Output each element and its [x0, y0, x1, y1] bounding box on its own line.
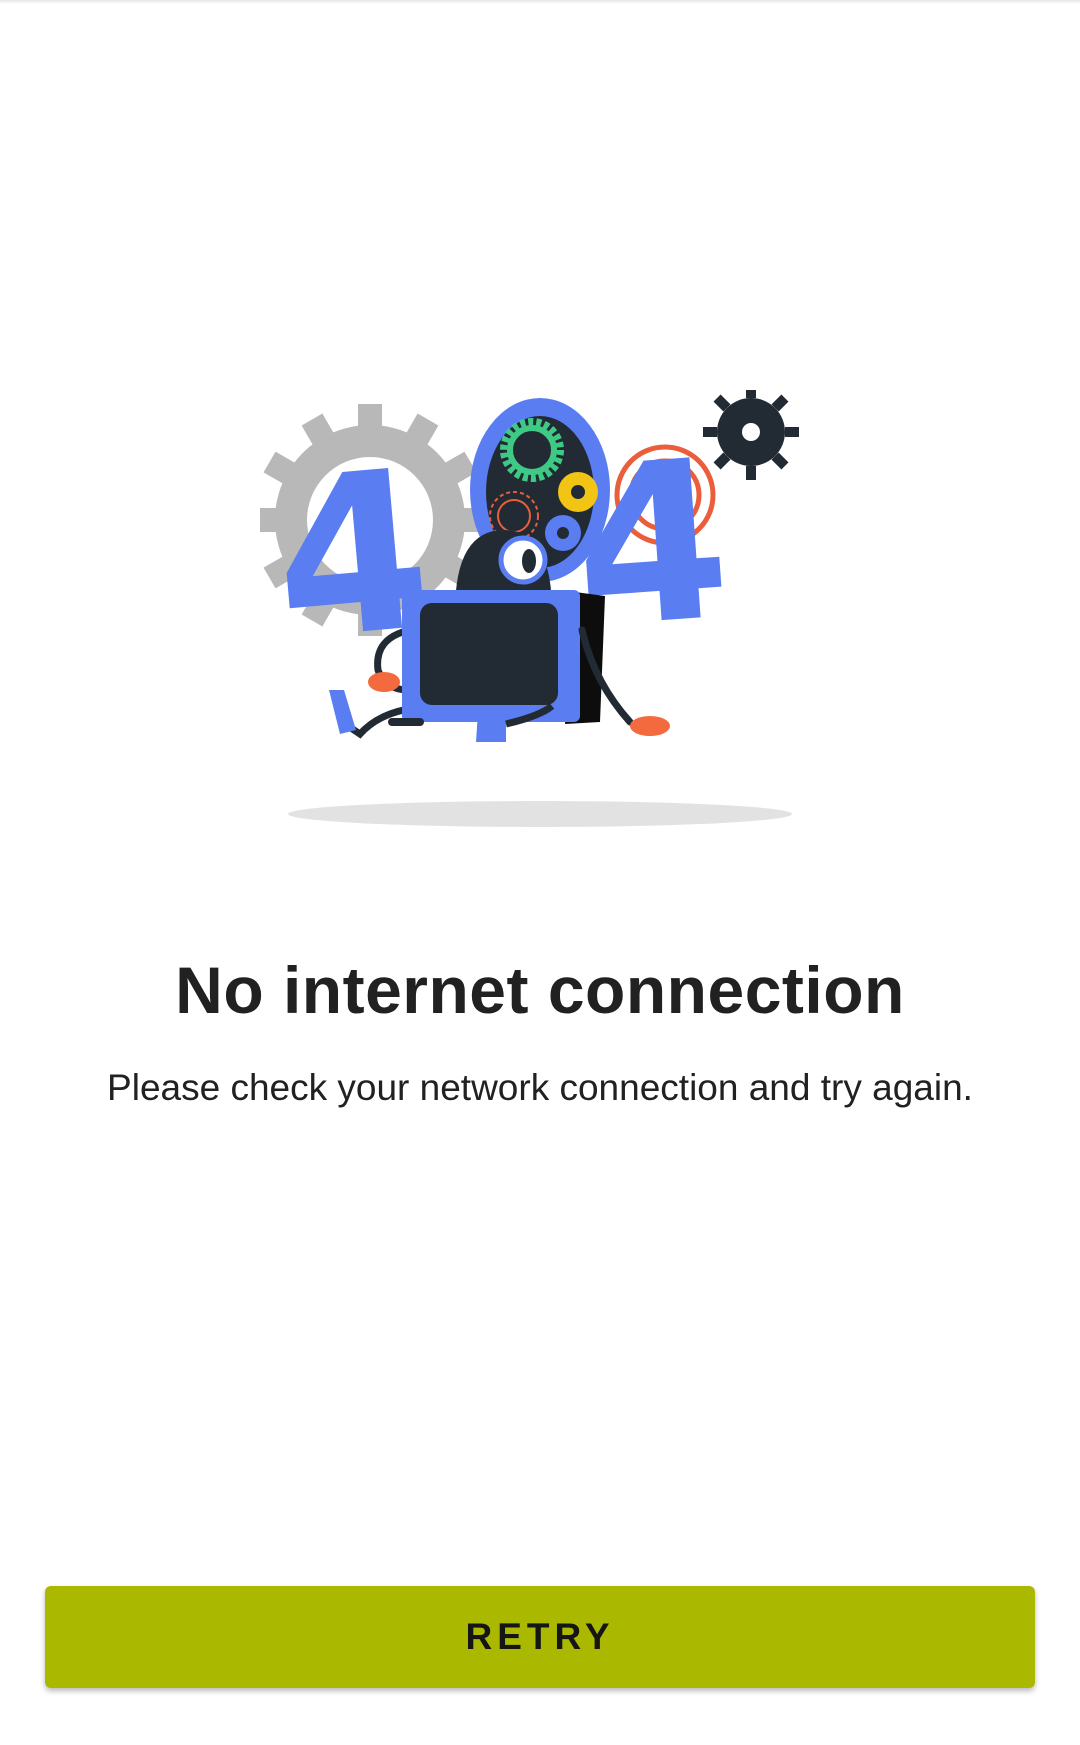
status-bar-edge — [0, 0, 1080, 4]
retry-button[interactable]: RETRY — [45, 1586, 1035, 1688]
right-hand — [630, 716, 670, 736]
left-hand — [368, 672, 400, 692]
floor-shadow — [288, 801, 792, 827]
page-title: No internet connection — [175, 953, 905, 1027]
error-message: Please check your network connection and… — [107, 1067, 973, 1108]
robot-404-illustration: 4 4 — [260, 390, 799, 827]
